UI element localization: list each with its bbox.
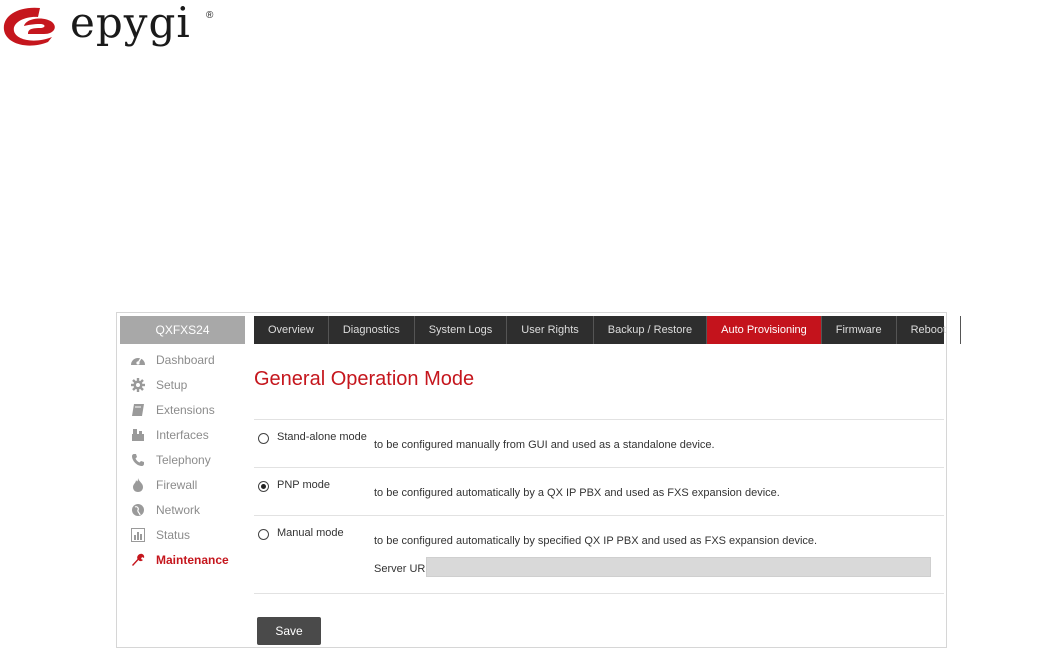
tab-firmware[interactable]: Firmware (822, 316, 897, 344)
flame-icon (130, 477, 146, 493)
sidebar-item-label: Setup (156, 377, 188, 392)
tab-reboot[interactable]: Reboot (897, 316, 962, 344)
pnp-mode-radio[interactable] (258, 481, 269, 492)
dashboard-icon (130, 352, 146, 368)
sidebar-item-setup[interactable]: Setup (120, 372, 245, 397)
pnp-mode-label[interactable]: PNP mode (277, 479, 330, 491)
page-title: General Operation Mode (254, 368, 475, 390)
sidebar-item-dashboard[interactable]: Dashboard (120, 347, 245, 372)
sidebar-item-label: Firewall (156, 477, 198, 492)
server-url-label: Server URL (374, 563, 432, 575)
standalone-mode-radio[interactable] (258, 433, 269, 444)
sidebar: Dashboard Setup Extensions Interfaces Te… (120, 347, 245, 572)
standalone-mode-description: to be configured manually from GUI and u… (374, 439, 715, 451)
tab-system-logs[interactable]: System Logs (415, 316, 508, 344)
sidebar-item-label: Maintenance (156, 552, 229, 567)
sidebar-item-extensions[interactable]: Extensions (120, 397, 245, 422)
sidebar-item-label: Interfaces (156, 427, 209, 442)
sidebar-item-label: Network (156, 502, 201, 517)
wrench-icon (130, 552, 146, 568)
tab-backup-restore[interactable]: Backup / Restore (594, 316, 708, 344)
epygi-logo-mark (3, 7, 55, 46)
divider (254, 593, 944, 594)
app-frame: QXFXS24 Dashboard Setup Extensions Inter… (116, 312, 962, 648)
sidebar-item-interfaces[interactable]: Interfaces (120, 422, 245, 447)
tab-auto-provisioning[interactable]: Auto Provisioning (707, 316, 822, 344)
interfaces-icon (130, 427, 146, 443)
manual-mode-label[interactable]: Manual mode (277, 527, 344, 539)
epygi-logo: epygi ® (0, 0, 230, 54)
sidebar-item-telephony[interactable]: Telephony (120, 447, 245, 472)
divider (254, 467, 944, 468)
pnp-mode-description: to be configured automatically by a QX I… (374, 487, 780, 499)
server-url-input[interactable] (426, 557, 931, 577)
sidebar-item-label: Dashboard (156, 352, 215, 367)
tab-user-rights[interactable]: User Rights (507, 316, 594, 344)
sidebar-item-status[interactable]: Status (120, 522, 245, 547)
bar-chart-icon (130, 527, 146, 543)
device-name-header: QXFXS24 (120, 316, 245, 344)
standalone-mode-label[interactable]: Stand-alone mode (277, 431, 367, 443)
tab-overview[interactable]: Overview (254, 316, 329, 344)
phone-icon (130, 452, 146, 468)
sidebar-item-label: Telephony (156, 452, 211, 467)
book-icon (130, 402, 146, 418)
sidebar-item-label: Status (156, 527, 191, 542)
gear-icon (130, 377, 146, 393)
logo-wordmark: epygi (70, 0, 191, 47)
tab-bar: Overview Diagnostics System Logs User Ri… (254, 316, 962, 344)
divider (254, 419, 944, 420)
divider (254, 515, 944, 516)
manual-mode-radio[interactable] (258, 529, 269, 540)
sidebar-item-network[interactable]: Network (120, 497, 245, 522)
tab-diagnostics[interactable]: Diagnostics (329, 316, 415, 344)
sidebar-item-label: Extensions (156, 402, 215, 417)
sidebar-item-firewall[interactable]: Firewall (120, 472, 245, 497)
manual-mode-description: to be configured automatically by specif… (374, 535, 818, 547)
save-button[interactable]: Save (257, 617, 321, 645)
sidebar-item-maintenance[interactable]: Maintenance (120, 547, 245, 572)
registered-mark: ® (206, 10, 214, 21)
globe-icon (130, 502, 146, 518)
